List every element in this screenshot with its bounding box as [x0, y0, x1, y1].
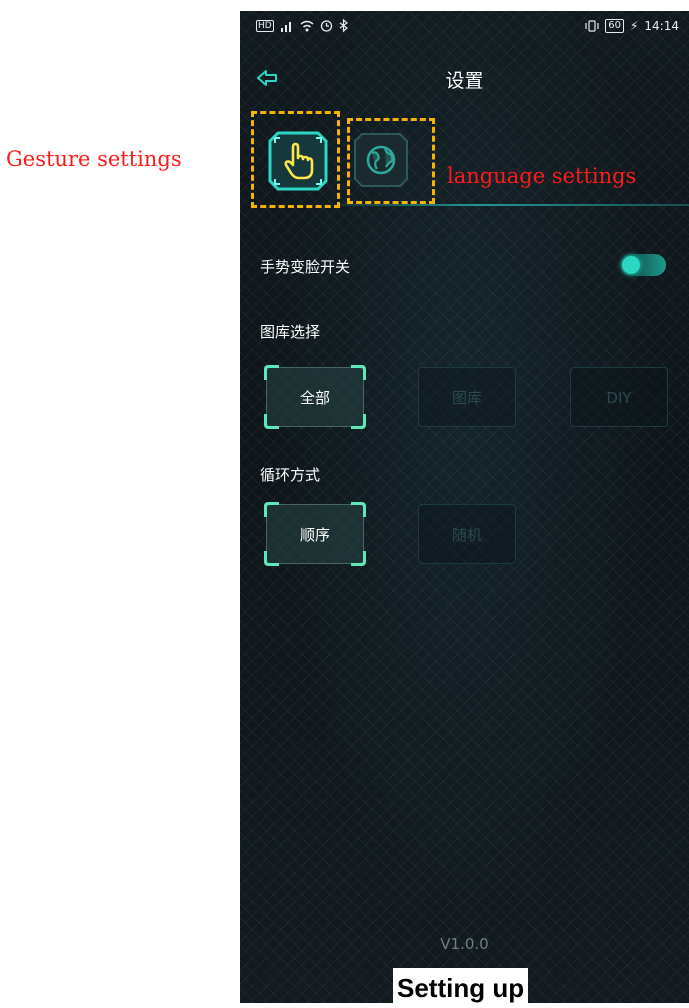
wifi-icon	[300, 20, 314, 31]
bluetooth-icon	[339, 19, 348, 32]
loop-mode-label: 循环方式	[260, 466, 321, 484]
app-version: V1.0.0	[440, 935, 489, 953]
gallery-option-label: 图库	[451, 389, 482, 407]
phone-screen: HD 60 ⚡ 14:14 设置 手势变脸开关 图库选择 全部 图库 DIY 循…	[240, 11, 689, 1003]
page-title: 设置	[445, 70, 484, 92]
app-bar: 设置	[240, 61, 689, 95]
tab-underline	[335, 204, 689, 206]
gallery-option-diy[interactable]: DIY	[570, 367, 668, 427]
loop-option-label: 顺序	[299, 526, 330, 544]
charging-icon: ⚡	[629, 19, 639, 33]
toggle-knob	[622, 256, 640, 274]
battery-indicator: 60	[605, 19, 624, 33]
language-settings-annotation: language settings	[447, 164, 637, 188]
loop-option-sequential[interactable]: 顺序	[264, 502, 366, 566]
gallery-select-label: 图库选择	[260, 323, 321, 341]
figure-caption: Setting up	[393, 968, 529, 1008]
gallery-option-all[interactable]: 全部	[264, 365, 366, 429]
gesture-highlight-box	[251, 111, 340, 208]
signal-icon	[280, 21, 291, 32]
alarm-icon	[320, 20, 332, 32]
hd-icon: HD	[256, 19, 274, 32]
gesture-switch-label: 手势变脸开关	[260, 258, 351, 276]
status-icons-right: 60 ⚡ 14:14	[585, 19, 679, 33]
gesture-switch-toggle[interactable]	[620, 254, 666, 276]
status-time: 14:14	[644, 19, 679, 33]
gallery-option-gallery[interactable]: 图库	[418, 367, 516, 427]
gesture-settings-annotation: Gesture settings	[6, 147, 182, 171]
gallery-option-label: 全部	[299, 389, 330, 407]
loop-option-label: 随机	[451, 526, 482, 544]
language-highlight-box	[347, 118, 435, 204]
status-bar: HD 60 ⚡ 14:14	[240, 11, 689, 45]
status-icons-left: HD	[256, 19, 348, 32]
vibrate-icon	[585, 20, 599, 32]
loop-option-random[interactable]: 随机	[418, 504, 516, 564]
gallery-option-label: DIY	[606, 389, 632, 407]
